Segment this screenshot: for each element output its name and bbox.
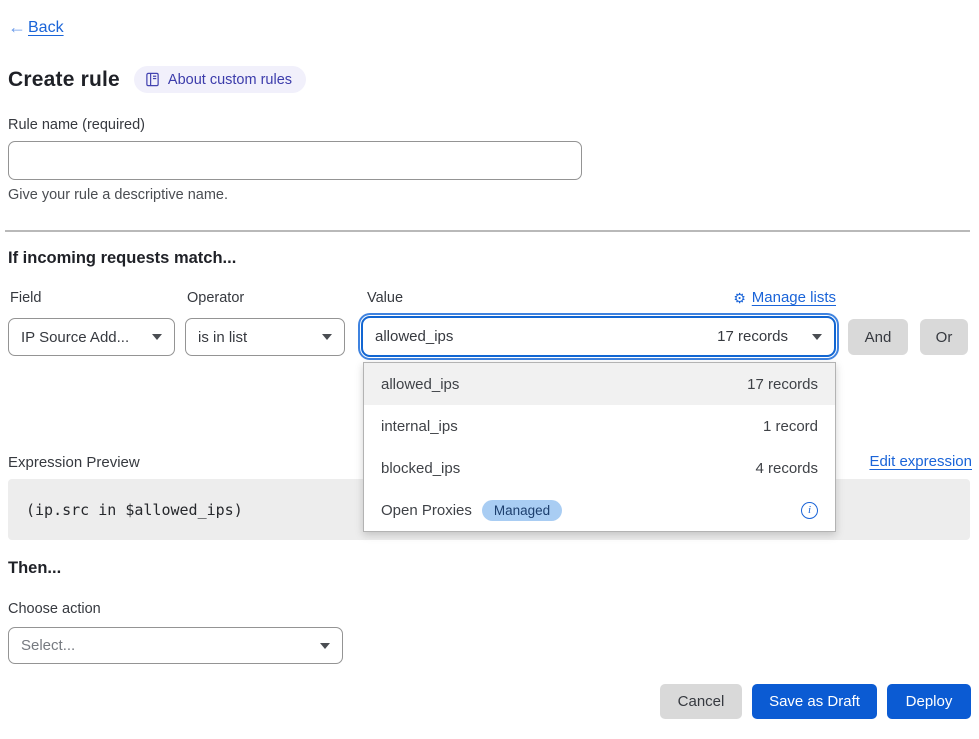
manage-lists-label: Manage lists xyxy=(752,289,836,306)
action-select-placeholder: Select... xyxy=(21,637,75,654)
list-option-count: 1 record xyxy=(763,418,818,435)
list-option-name: blocked_ips xyxy=(381,460,460,477)
back-arrow-icon: ← xyxy=(8,17,26,38)
about-badge-label: About custom rules xyxy=(168,72,292,88)
list-option-name: allowed_ips xyxy=(381,376,459,393)
field-select-value: IP Source Add... xyxy=(21,329,129,346)
expression-code: (ip.src in $allowed_ips) xyxy=(26,501,243,519)
list-option-open-proxies[interactable]: Open Proxies Managed i xyxy=(364,489,835,531)
value-column-label: Value xyxy=(367,290,403,306)
then-section-heading: Then... xyxy=(8,559,61,578)
page-title: Create rule xyxy=(8,68,120,92)
list-option-allowed-ips[interactable]: allowed_ips 17 records xyxy=(364,363,835,405)
cancel-button[interactable]: Cancel xyxy=(660,684,742,719)
value-select-value: allowed_ips xyxy=(375,328,453,345)
manage-lists-link[interactable]: ⚙ Manage lists xyxy=(733,289,836,306)
expression-preview-label: Expression Preview xyxy=(8,454,140,471)
and-button[interactable]: And xyxy=(848,319,908,355)
field-column-label: Field xyxy=(10,290,41,306)
chevron-down-icon xyxy=(152,334,162,340)
rule-name-label: Rule name (required) xyxy=(8,117,145,133)
choose-action-label: Choose action xyxy=(8,601,101,617)
rule-name-helper-text: Give your rule a descriptive name. xyxy=(8,187,228,203)
back-link[interactable]: ←Back xyxy=(8,17,64,38)
list-option-internal-ips[interactable]: internal_ips 1 record xyxy=(364,405,835,447)
or-button[interactable]: Or xyxy=(920,319,968,355)
edit-expression-link[interactable]: Edit expression xyxy=(869,453,972,470)
book-icon xyxy=(145,72,160,87)
field-select[interactable]: IP Source Add... xyxy=(8,318,175,356)
value-select[interactable]: allowed_ips 17 records xyxy=(361,316,836,357)
value-select-record-count: 17 records xyxy=(717,328,802,345)
list-option-name: internal_ips xyxy=(381,418,458,435)
action-select[interactable]: Select... xyxy=(8,627,343,664)
list-option-count: 4 records xyxy=(755,460,818,477)
chevron-down-icon xyxy=(320,643,330,649)
managed-badge: Managed xyxy=(482,500,562,521)
rule-name-input[interactable] xyxy=(8,141,582,180)
back-link-label: Back xyxy=(28,19,64,37)
about-custom-rules-link[interactable]: About custom rules xyxy=(134,66,306,93)
value-select-dropdown: allowed_ips 17 records internal_ips 1 re… xyxy=(363,362,836,532)
info-icon[interactable]: i xyxy=(801,502,818,519)
operator-select-value: is in list xyxy=(198,329,247,346)
operator-column-label: Operator xyxy=(187,290,244,306)
gear-icon: ⚙ xyxy=(733,291,746,305)
title-row: Create rule About custom rules xyxy=(8,66,306,93)
section-divider xyxy=(5,230,970,232)
list-option-name: Open Proxies xyxy=(381,502,472,519)
list-option-count: 17 records xyxy=(747,376,818,393)
deploy-button[interactable]: Deploy xyxy=(887,684,971,719)
chevron-down-icon xyxy=(322,334,332,340)
chevron-down-icon xyxy=(812,334,822,340)
save-as-draft-button[interactable]: Save as Draft xyxy=(752,684,877,719)
match-section-heading: If incoming requests match... xyxy=(8,249,236,268)
operator-select[interactable]: is in list xyxy=(185,318,345,356)
list-option-blocked-ips[interactable]: blocked_ips 4 records xyxy=(364,447,835,489)
